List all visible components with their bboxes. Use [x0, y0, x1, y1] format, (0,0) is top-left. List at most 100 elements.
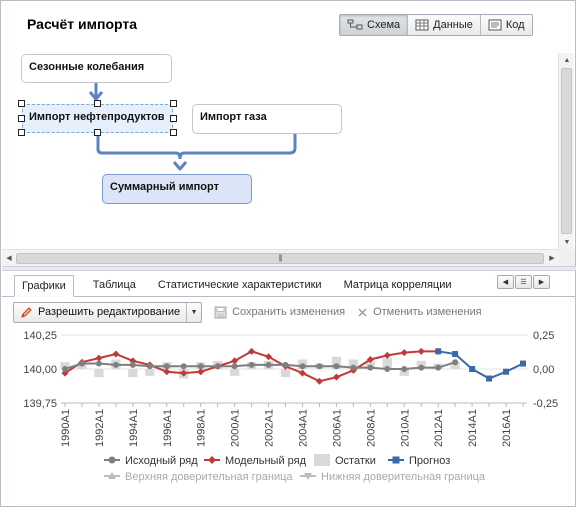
series-point — [435, 364, 442, 371]
y-right-tick-label: 0,25 — [533, 330, 554, 342]
tab-statistics[interactable]: Статистические характеристики — [151, 275, 329, 297]
tab-correlation[interactable]: Матрица корреляции — [337, 275, 459, 297]
resize-handle[interactable] — [94, 100, 101, 107]
x-tick-label: 1994A1 — [128, 409, 140, 447]
enable-edit-label: Разрешить редактирование — [38, 306, 181, 318]
save-changes-button[interactable]: Сохранить изменения — [214, 306, 345, 319]
vertical-scrollbar[interactable]: ▲ ▼ — [558, 53, 574, 249]
cancel-changes-label: Отменить изменения — [373, 306, 482, 318]
save-icon — [214, 306, 227, 318]
data-view-label: Данные — [433, 19, 473, 31]
node-total-import[interactable]: Суммарный импорт — [102, 174, 252, 204]
series-point — [78, 360, 85, 367]
series-point — [231, 363, 238, 370]
scroll-right-icon[interactable]: ▶ — [545, 250, 559, 266]
resize-handle[interactable] — [170, 100, 177, 107]
series-point — [469, 366, 476, 372]
cancel-changes-button[interactable]: Отменить изменения — [357, 306, 482, 318]
residual-bar — [128, 369, 138, 378]
series-point — [332, 373, 340, 381]
x-tick-label: 2004A1 — [297, 409, 309, 447]
resize-handle[interactable] — [94, 129, 101, 136]
pencil-icon — [21, 306, 32, 318]
series-point — [197, 363, 204, 370]
resize-handle[interactable] — [170, 115, 177, 122]
x-tick-label: 1998A1 — [196, 409, 208, 447]
enable-edit-button[interactable]: Разрешить редактирование ▼ — [13, 301, 203, 323]
chevron-down-icon[interactable]: ▼ — [187, 309, 201, 316]
x-tick-label: 1990A1 — [60, 409, 72, 447]
series-point — [383, 351, 391, 359]
panel-splitter[interactable] — [2, 266, 576, 271]
horizontal-scroll-thumb[interactable]: ||| — [16, 253, 544, 264]
legend-swatch — [314, 454, 330, 466]
resize-handle[interactable] — [18, 115, 25, 122]
tab-prev-icon[interactable]: ◀ — [497, 275, 514, 289]
vertical-scroll-thumb[interactable] — [561, 68, 572, 234]
series-point — [520, 360, 526, 367]
series-point — [435, 348, 442, 355]
scroll-up-icon[interactable]: ▲ — [559, 53, 575, 67]
legend-label: Исходный ряд — [125, 455, 198, 467]
close-icon — [358, 308, 367, 316]
legend-marker — [392, 456, 400, 464]
residual-bar — [229, 369, 240, 376]
node-seasonal[interactable]: Сезонные колебания — [21, 54, 172, 83]
series-point — [350, 364, 357, 371]
code-view-button[interactable]: Код — [481, 15, 532, 35]
node-gas-import[interactable]: Импорт газа — [192, 104, 342, 134]
resize-handle[interactable] — [170, 129, 177, 136]
x-tick-label: 1992A1 — [94, 409, 106, 447]
edge-arrowhead-total — [172, 161, 188, 171]
residual-bar — [280, 369, 291, 378]
y-right-tick-label: -0,25 — [533, 398, 558, 410]
data-view-button[interactable]: Данные — [408, 15, 481, 35]
enable-edit-main[interactable]: Разрешить редактирование — [14, 302, 188, 322]
legend-label: Остатки — [335, 455, 376, 467]
series-point — [452, 359, 459, 366]
tab-table[interactable]: Таблица — [86, 275, 143, 297]
y-left-tick-label: 140,25 — [23, 330, 57, 342]
x-tick-label: 2000A1 — [230, 409, 242, 447]
series-point — [486, 375, 493, 382]
code-view-label: Код — [505, 19, 525, 31]
y-left-tick-label: 139,75 — [23, 398, 57, 410]
legend-label: Прогноз — [409, 455, 450, 467]
series-point — [214, 363, 221, 370]
series-point — [333, 363, 340, 370]
scroll-down-icon[interactable]: ▼ — [559, 235, 575, 249]
scroll-corner — [559, 249, 575, 266]
tab-list-icon[interactable]: ☰ — [515, 275, 532, 289]
series-point — [401, 366, 408, 372]
series-point — [417, 347, 425, 355]
series-point — [146, 363, 153, 370]
x-tick-label: 1996A1 — [162, 409, 174, 447]
series-point — [265, 361, 272, 368]
x-tick-label: 2006A1 — [331, 409, 343, 447]
x-tick-label: 2016A1 — [501, 409, 513, 447]
series-point — [316, 363, 323, 370]
legend-marker — [108, 456, 116, 464]
tab-charts[interactable]: Графики — [14, 275, 74, 297]
legend-label: Нижняя доверительная граница — [321, 471, 486, 483]
resize-handle[interactable] — [18, 100, 25, 107]
series-point — [62, 366, 68, 372]
series-point — [112, 361, 119, 368]
tab-next-icon[interactable]: ▶ — [533, 275, 550, 289]
horizontal-scrollbar[interactable]: ◀ ||| ▶ — [2, 249, 559, 266]
resize-handle[interactable] — [18, 129, 25, 136]
bottom-tabs: Графики Таблица Статистические характери… — [14, 275, 467, 297]
diagram-canvas[interactable]: Расчёт импорта Схема Данные Код Сезонные — [2, 2, 560, 262]
scroll-left-icon[interactable]: ◀ — [2, 250, 16, 266]
series-point — [384, 366, 391, 372]
series-point — [315, 377, 323, 385]
series-point — [452, 351, 459, 358]
series-point — [367, 364, 374, 371]
table-icon — [415, 19, 429, 31]
x-tick-label: 2014A1 — [467, 409, 479, 447]
series-point — [95, 360, 102, 367]
series-point — [298, 369, 306, 377]
series-point — [129, 361, 136, 368]
series-point — [163, 363, 170, 370]
series-point — [400, 349, 408, 357]
